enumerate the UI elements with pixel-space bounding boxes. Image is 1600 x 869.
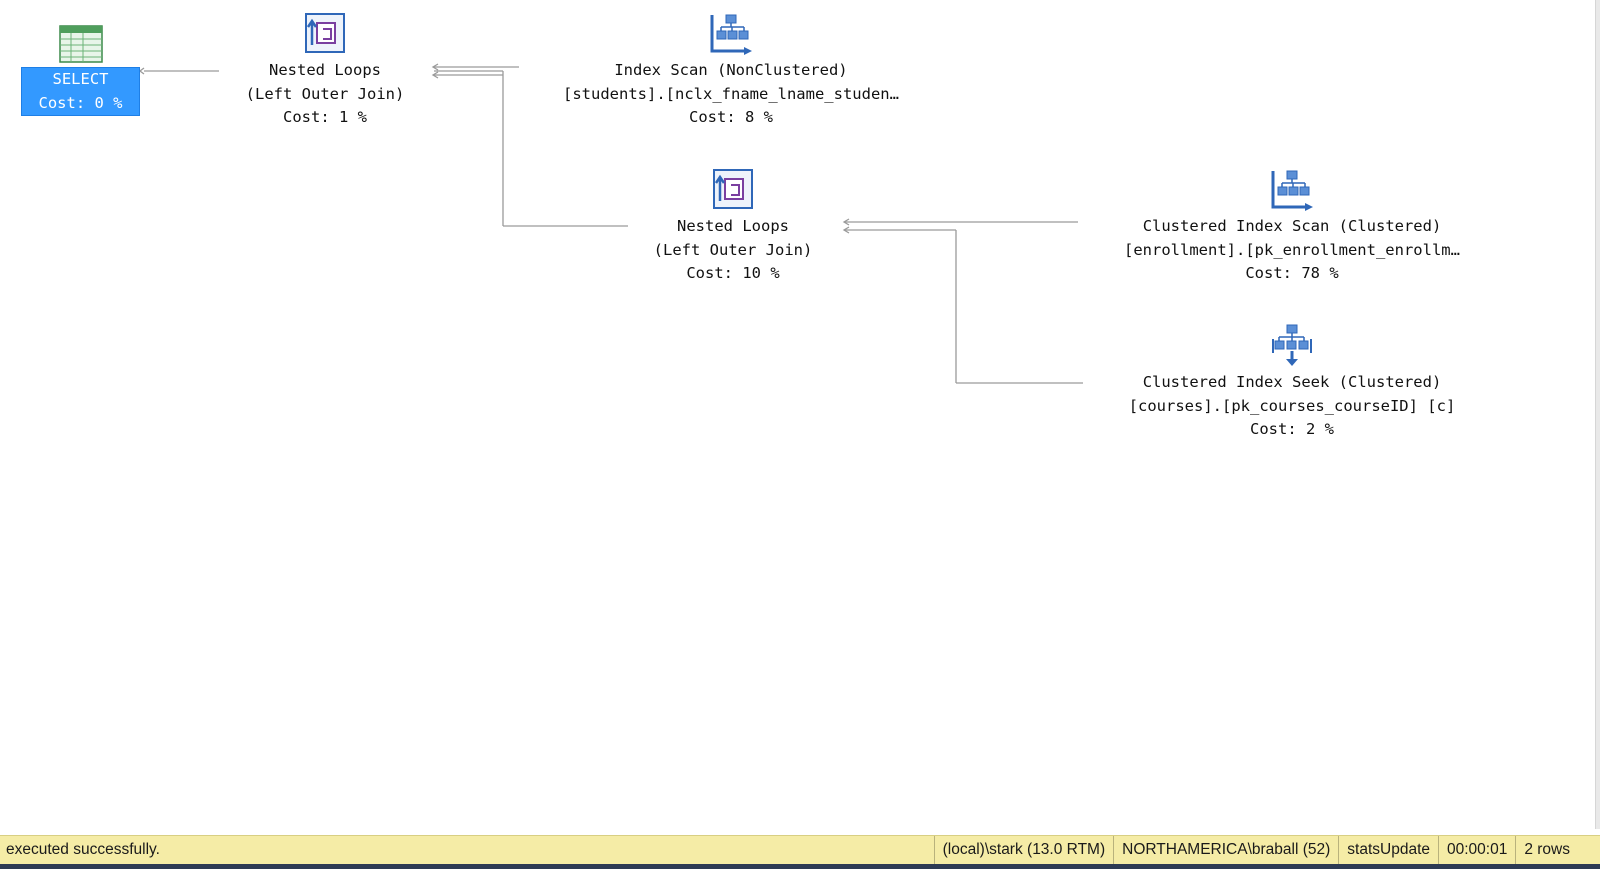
plan-node-clustered-index-scan[interactable]: Clustered Index Scan (Clustered) [enroll…	[1072, 167, 1512, 286]
node-cost: Cost: 1 %	[283, 108, 367, 126]
clustered-index-seek-icon	[1272, 324, 1312, 366]
index-scan-icon	[710, 14, 752, 55]
clustered-index-scan-icon	[1271, 170, 1313, 211]
plan-node-index-scan[interactable]: Index Scan (NonClustered) [students].[nc…	[516, 11, 946, 130]
selected-node-label: SELECT Cost: 0 %	[21, 67, 140, 116]
status-elapsed-time: 00:00:01	[1438, 836, 1515, 864]
node-operator: Clustered Index Seek (Clustered)	[1142, 373, 1442, 391]
node-cost: Cost: 2 %	[1250, 420, 1334, 438]
nested-loops-icon	[713, 169, 753, 209]
nested-loops-icon	[305, 13, 345, 53]
node-operator: Nested Loops	[269, 61, 381, 79]
plan-node-select[interactable]: SELECT Cost: 0 %	[21, 25, 140, 116]
window-bottom-border	[0, 864, 1600, 869]
vertical-scrollbar[interactable]	[1595, 0, 1600, 829]
node-detail: [students].[nclx_fname_lname_studen…	[563, 84, 899, 103]
node-cost: Cost: 78 %	[1245, 264, 1339, 282]
node-operator: Index Scan (NonClustered)	[614, 61, 848, 79]
node-detail: (Left Outer Join)	[245, 84, 405, 103]
result-grid-icon	[58, 25, 103, 63]
plan-node-nested-loops-1[interactable]: Nested Loops (Left Outer Join) Cost: 1 %	[215, 11, 435, 130]
execution-plan-canvas[interactable]: SELECT Cost: 0 % Nested Loops (Left Oute…	[0, 0, 1600, 829]
node-operator: Clustered Index Scan (Clustered)	[1142, 217, 1442, 235]
status-server: (local)\stark (13.0 RTM)	[933, 836, 1114, 864]
status-bar: executed successfully. (local)\stark (13…	[0, 835, 1600, 864]
status-message: executed successfully.	[6, 841, 160, 858]
plan-node-clustered-index-seek[interactable]: Clustered Index Seek (Clustered) [course…	[1082, 323, 1502, 442]
status-database: statsUpdate	[1338, 836, 1438, 864]
node-operator: SELECT	[52, 70, 109, 88]
node-cost: Cost: 0 %	[38, 93, 123, 112]
node-operator: Nested Loops	[677, 217, 789, 235]
status-user: NORTHAMERICA\braball (52)	[1113, 836, 1338, 864]
node-detail: [enrollment].[pk_enrollment_enrollm…	[1124, 240, 1460, 259]
plan-node-nested-loops-2[interactable]: Nested Loops (Left Outer Join) Cost: 10 …	[623, 167, 843, 286]
status-row-count: 2 rows	[1515, 836, 1578, 864]
node-cost: Cost: 8 %	[689, 108, 773, 126]
node-detail: [courses].[pk_courses_courseID] [c]	[1128, 396, 1456, 415]
node-detail: (Left Outer Join)	[653, 240, 813, 259]
node-cost: Cost: 10 %	[686, 264, 780, 282]
status-cells: (local)\stark (13.0 RTM) NORTHAMERICA\br…	[933, 836, 1578, 864]
